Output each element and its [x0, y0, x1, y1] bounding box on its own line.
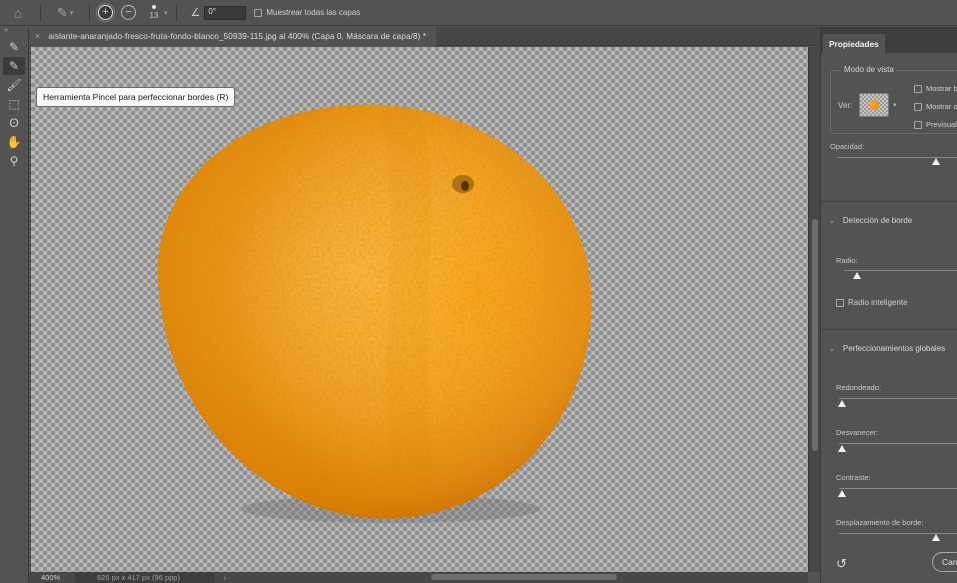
preview-option[interactable]: Previsuali: [914, 120, 957, 129]
document-title: aislante-anaranjado-fresco-fruta-fondo-b…: [48, 31, 427, 41]
divider: [89, 3, 90, 22]
global-refinements-header[interactable]: ⌄ Perfeccionamientos globales: [829, 344, 945, 353]
vertical-scroll-thumb[interactable]: [812, 219, 818, 451]
cancel-button[interactable]: Cancelar: [932, 552, 957, 572]
quick-selection-tool[interactable]: ✎: [3, 38, 25, 56]
tab-properties[interactable]: Propiedades: [823, 34, 885, 53]
panel-footer: ↺ Cancelar: [821, 552, 957, 583]
add-mode-button[interactable]: +: [96, 3, 115, 22]
show-original-checkbox[interactable]: [914, 102, 922, 111]
chevron-down-icon: ⌄: [829, 217, 835, 225]
radius-slider-track[interactable]: [844, 270, 957, 271]
options-bar: ⌂ ✎ ▾ + − 13 ▾ ∠ 0° Muestrear todas las c…: [0, 0, 957, 26]
object-selection-tool[interactable]: ⬚: [3, 95, 25, 113]
show-edge-checkbox[interactable]: [914, 84, 922, 93]
brush-tool[interactable]: 🖌: [3, 76, 25, 94]
refine-edge-brush-icon: ✎: [8, 59, 20, 73]
divider: [40, 3, 41, 22]
panel-tab-bar: Propiedades: [821, 27, 957, 53]
document-canvas[interactable]: [31, 47, 808, 572]
brush-tip-icon: [152, 5, 156, 9]
brush-preset-picker[interactable]: ✎ ▾: [45, 5, 85, 21]
view-mode-legend: Modo de vista: [841, 65, 897, 74]
view-mode-group: Modo de vista Ver: ▾ Mostrar b Mostrar o…: [830, 65, 957, 134]
refine-edge-brush-icon: ✎: [56, 4, 68, 20]
contrast-label: Contraste:: [836, 473, 871, 482]
reset-icon[interactable]: ↺: [836, 556, 847, 572]
sample-all-layers-checkbox[interactable]: [254, 8, 263, 17]
zoom-level[interactable]: 400%: [29, 573, 75, 582]
orange-image: [157, 104, 592, 523]
feather-slider-track[interactable]: [839, 443, 957, 444]
shift-edge-label: Desplazamiento de borde:: [836, 518, 924, 527]
lasso-tool[interactable]: ʘ: [3, 114, 25, 132]
lasso-icon: ʘ: [9, 116, 19, 130]
opacity-label: Opacidad:: [830, 142, 865, 151]
smooth-label: Redondeado:: [836, 383, 882, 392]
radius-slider-knob[interactable]: [853, 272, 861, 279]
status-menu-arrow[interactable]: ›: [215, 573, 235, 582]
view-label: Ver:: [838, 101, 853, 110]
smart-radius-option[interactable]: Radio inteligente: [836, 298, 908, 307]
opacity-slider-knob[interactable]: [932, 158, 940, 165]
zoom-icon: ⚲: [9, 154, 19, 168]
hand-icon: ✋: [6, 135, 22, 149]
radius-label: Radio:: [836, 256, 858, 265]
divider: [175, 3, 177, 22]
edge-detection-header[interactable]: ⌄ Detección de borde: [829, 216, 912, 225]
sample-all-layers-option[interactable]: Muestrear todas las capas: [254, 8, 360, 17]
show-original-option[interactable]: Mostrar o: [914, 102, 957, 111]
smooth-slider-knob[interactable]: [838, 400, 846, 407]
collapse-toolbar-button[interactable]: »: [0, 27, 28, 37]
edge-detection-heading: Detección de borde: [842, 216, 913, 225]
show-edge-option[interactable]: Mostrar b: [914, 84, 957, 93]
contrast-slider-track[interactable]: [839, 488, 957, 489]
status-bar: 400% 626 px x 417 px (96 ppp) ›: [29, 572, 808, 583]
smooth-slider-track[interactable]: [839, 398, 957, 399]
brush-size-value: 13: [149, 11, 159, 20]
feather-label: Desvanecer:: [836, 428, 879, 437]
show-edge-label: Mostrar b: [926, 84, 957, 93]
chevron-down-icon[interactable]: ▾: [893, 101, 897, 109]
refine-edge-brush-tool[interactable]: ✎: [3, 57, 25, 75]
object-selection-icon: ⬚: [8, 97, 20, 111]
chevron-down-icon: ⌄: [829, 345, 835, 353]
tool-tooltip: Herramienta Pincel para perfeccionar bor…: [36, 87, 236, 107]
view-mode-thumbnail[interactable]: [859, 93, 889, 117]
chevron-down-icon: ▾: [69, 9, 74, 17]
preview-label: Previsuali: [926, 120, 957, 129]
document-tab-bar: × aislante-anaranjado-fresco-fruta-fondo…: [29, 26, 820, 46]
smart-radius-label: Radio inteligente: [848, 298, 908, 307]
home-icon[interactable]: ⌂: [0, 0, 36, 26]
chevron-down-icon[interactable]: ▾: [164, 9, 168, 17]
orange-thumbnail-icon: [869, 100, 879, 110]
document-tab[interactable]: × aislante-anaranjado-fresco-fruta-fondo…: [29, 26, 437, 46]
contrast-slider-knob[interactable]: [838, 490, 846, 497]
horizontal-scroll-thumb[interactable]: [431, 574, 617, 580]
shift-edge-slider-knob[interactable]: [932, 534, 940, 541]
subtract-mode-button[interactable]: −: [121, 5, 136, 20]
properties-panel: Propiedades Modo de vista Ver: ▾ Mostrar…: [820, 27, 957, 583]
divider: [821, 329, 957, 330]
angle-input[interactable]: 0°: [204, 5, 247, 20]
preview-checkbox[interactable]: [914, 120, 922, 129]
horizontal-scrollbar[interactable]: [235, 572, 808, 583]
divider: [821, 201, 957, 202]
tools-panel: » ✎ ✎ 🖌 ⬚ ʘ ✋ ⚲: [0, 27, 29, 583]
angle-icon: ∠: [190, 7, 201, 19]
brush-size-picker[interactable]: 13: [146, 5, 162, 20]
sample-all-layers-label: Muestrear todas las capas: [266, 8, 361, 17]
show-original-label: Mostrar o: [926, 102, 957, 111]
document-dimensions: 626 px x 417 px (96 ppp): [75, 572, 215, 583]
smart-radius-checkbox[interactable]: [836, 298, 844, 307]
vertical-scrollbar[interactable]: [808, 47, 820, 572]
close-tab-icon[interactable]: ×: [35, 31, 40, 41]
zoom-tool[interactable]: ⚲: [3, 152, 25, 170]
quick-selection-icon: ✎: [8, 40, 20, 54]
brush-icon: 🖌: [6, 78, 22, 92]
feather-slider-knob[interactable]: [838, 445, 846, 452]
hand-tool[interactable]: ✋: [3, 133, 25, 151]
global-refinements-heading: Perfeccionamientos globales: [842, 344, 946, 353]
